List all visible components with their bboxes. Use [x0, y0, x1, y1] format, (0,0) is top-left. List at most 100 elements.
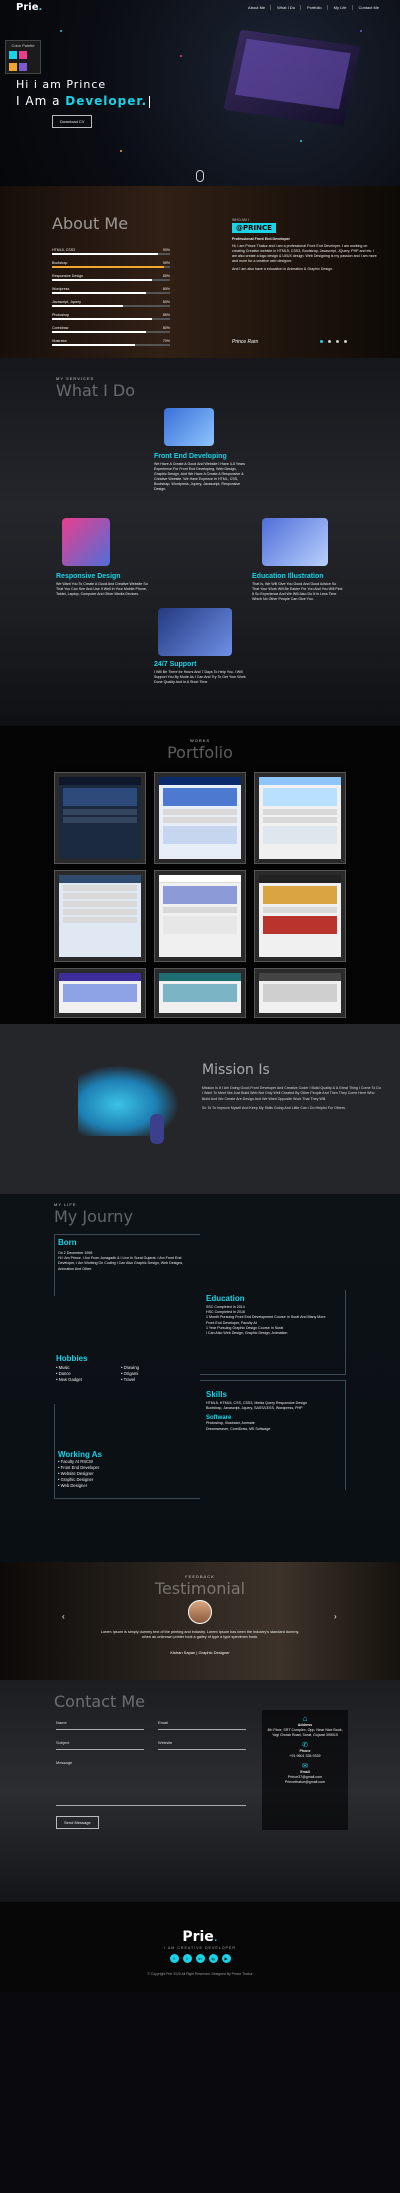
footer-logo[interactable]: Prie.	[0, 1928, 400, 1945]
signature: Prince Ram	[232, 339, 259, 345]
skill-bar: Photoshop 85%	[52, 313, 170, 320]
phone-icon: ✆	[302, 1742, 308, 1749]
working-block: Working As • Faculty At RSCW • Front End …	[58, 1450, 188, 1489]
footer-tagline: I AM CREATIVE DEVELOPER	[164, 1946, 236, 1950]
site-logo[interactable]: Prie.	[16, 2, 42, 13]
decor-star	[300, 140, 302, 142]
person-illustration	[150, 1114, 164, 1144]
about-bio-text-2: And I am also have a education in Animat…	[232, 267, 334, 271]
nav-link-my-life[interactable]: My Life	[334, 4, 353, 10]
testimonial-section: FEEDBACK Testimonial ‹ › Lorem Ipsum is …	[0, 1562, 400, 1680]
decor-star	[60, 30, 62, 32]
facebook-icon[interactable]: f	[169, 1954, 179, 1963]
service-desc: We Have A Create A Good And Website I Ha…	[154, 462, 245, 491]
working-title: Working As	[58, 1450, 103, 1459]
youtube-icon[interactable]: ▶	[221, 1954, 231, 1963]
portfolio-item[interactable]	[154, 968, 246, 1018]
about-bio-text: Hi, I am Prince Thakur and I am a profes…	[232, 244, 377, 263]
linkedin-icon[interactable]: in	[195, 1954, 205, 1963]
about-title: About Me	[52, 214, 129, 233]
portfolio-item[interactable]	[54, 870, 146, 962]
email-link[interactable]: Princethakur@gmail.com	[266, 1780, 344, 1785]
portfolio-item[interactable]	[54, 968, 146, 1018]
portfolio-item[interactable]	[154, 772, 246, 864]
skill-bar: Javascript, Jquery 60%	[52, 300, 170, 307]
service-title: 24/7 Support	[154, 661, 197, 668]
nav-link-portfolio[interactable]: Portfolio	[307, 4, 328, 10]
address-icon: ⌂	[302, 1714, 308, 1723]
decor-star	[360, 30, 362, 32]
service-desc: I Will Be There for Hours And 7 Days To …	[154, 670, 246, 684]
name-field[interactable]: Name	[56, 1720, 144, 1730]
twitter-icon[interactable]: t	[182, 1954, 192, 1963]
portfolio-section: WORKS Portfolio	[0, 726, 400, 1024]
hobbies-title: Hobbies	[56, 1354, 88, 1363]
send-message-button[interactable]: Send Message	[56, 1816, 99, 1829]
slider-dots[interactable]	[320, 339, 352, 345]
born-text: On 2 December 1998 Hi I Am Prince. I Am …	[58, 1251, 184, 1271]
mission-section: Mission Is Mission Is It I Am Doing Good…	[0, 1024, 400, 1194]
email-icon: ✉	[302, 1763, 308, 1770]
email-field[interactable]: Email	[158, 1720, 246, 1730]
service-card: Education Illustration That Is, We Will …	[252, 570, 344, 602]
support-illustration	[158, 608, 232, 656]
decor-star	[120, 150, 122, 152]
prev-arrow-icon[interactable]: ‹	[62, 1612, 65, 1621]
palette-swatch[interactable]	[19, 51, 27, 59]
skill-bar: HTML5, CSS3 90%	[52, 248, 170, 255]
service-title: Education Illustration	[252, 573, 324, 580]
palette-swatch[interactable]	[9, 51, 17, 59]
nav-link-what-i-do[interactable]: What I Do	[277, 4, 301, 10]
skill-bar: Bootstrap 95%	[52, 261, 170, 268]
portfolio-item[interactable]	[254, 870, 346, 962]
services-title: What I Do	[56, 381, 136, 400]
testimonial-avatar	[188, 1600, 212, 1624]
palette-swatch[interactable]	[9, 63, 17, 71]
message-field[interactable]: Message	[56, 1760, 246, 1806]
website-field[interactable]: Website	[158, 1740, 246, 1750]
services-heading: MY SERVICES What I Do	[56, 376, 135, 400]
social-links: f t in ig ▶	[0, 1954, 400, 1963]
journey-title: My Journy	[54, 1207, 133, 1226]
palette-swatch[interactable]	[19, 63, 27, 71]
testimonial-title: Testimonial	[154, 1579, 246, 1598]
testimonial-author: Kishan Sapan | Graphic Designer	[170, 1650, 230, 1655]
hobby-item: • New Gadget	[56, 1377, 82, 1382]
journey-heading: MY LIFE My Journy	[54, 1202, 133, 1226]
portfolio-item[interactable]	[154, 870, 246, 962]
testimonial-quote: Lorem Ipsum is simply dummy text of the …	[100, 1630, 300, 1640]
skills-list: HTML5, CSS3 90% Bootstrap 95% Responsive Des…	[52, 248, 170, 352]
service-card: Responsive Design We Want You To Create …	[56, 570, 148, 597]
skill-bar: Coreldraw 80%	[52, 326, 170, 333]
portfolio-item[interactable]	[254, 968, 346, 1018]
hobbies-list: • Music • Drawing • Dance • Origami • New Ga…	[56, 1365, 186, 1383]
portfolio-item[interactable]	[54, 772, 146, 864]
color-palette-widget[interactable]: Color Palette	[5, 40, 41, 74]
hobby-item: • Travel	[121, 1377, 136, 1382]
portfolio-title: Portfolio	[167, 743, 233, 762]
hero-greeting: Hi i am Prince	[16, 78, 107, 91]
portfolio-item[interactable]	[254, 772, 346, 864]
scroll-mouse-icon[interactable]	[196, 170, 204, 182]
subject-field[interactable]: Subject	[56, 1740, 144, 1750]
next-arrow-icon[interactable]: ›	[334, 1612, 337, 1621]
journey-section: MY LIFE My Journy Born On 2 December 199…	[0, 1194, 400, 1562]
skill-bar: Wordpress 80%	[52, 287, 170, 294]
download-cv-button[interactable]: Download CV	[52, 115, 93, 128]
education-title: Education	[206, 1294, 245, 1303]
responsive-design-illustration	[62, 518, 110, 566]
about-role: Professional Front End Developer	[232, 237, 290, 241]
education-text: SSC Completed In 2014 HSC Completed In 2…	[206, 1305, 326, 1336]
service-title: Responsive Design	[56, 573, 121, 580]
service-card: 24/7 Support I Will Be There for Hours A…	[154, 658, 246, 685]
nav-link-contact[interactable]: Contact Me	[359, 5, 384, 10]
phone-text[interactable]: +91 9601 336 9339	[266, 1754, 344, 1759]
service-desc: We Want You To Create A Good And Creativ…	[56, 582, 148, 596]
instagram-icon[interactable]: ig	[208, 1954, 218, 1963]
nav-link-about[interactable]: About Me	[248, 4, 272, 10]
service-card: Front End Developing We Have A Create A …	[154, 450, 246, 492]
contact-form: Name Email Subject Website Message Send …	[56, 1720, 246, 1829]
about-bio: WHO AM I @PRINCE Professional Front End …	[232, 218, 378, 272]
copyright-text: © Copyright Prie 2020 All Right Reserved…	[147, 1972, 253, 1976]
nav-links: About Me What I Do Portfolio My Life Con…	[248, 4, 384, 10]
